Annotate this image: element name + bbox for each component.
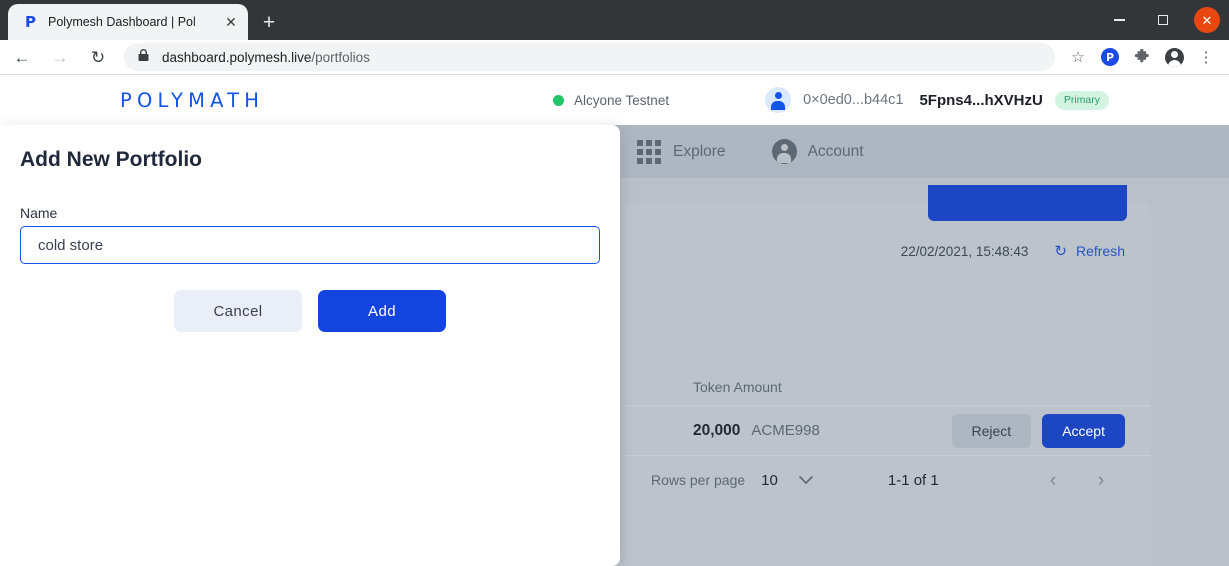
next-page-icon[interactable]: › [1077,471,1125,490]
browser-tab[interactable]: P Polymesh Dashboard | Pol ✕ [8,4,248,40]
chevron-down-icon[interactable] [798,473,814,488]
url-text: dashboard.polymesh.live/portfolios [162,50,370,65]
nav-item-explore-label: Explore [673,142,726,160]
bookmark-star-icon[interactable]: ☆ [1063,42,1093,72]
column-header-token-amount: Token Amount [693,378,782,395]
lock-icon [138,49,152,65]
name-field-label: Name [20,205,58,221]
pagination-range: 1-1 of 1 [887,471,939,489]
cell-ticker: ACME998 [751,422,820,439]
row-action-group: Reject Accept [951,413,1125,448]
nav-item-account[interactable]: Account [771,139,864,164]
identity-avatar-icon [765,87,792,113]
primary-key-badge: Primary [1054,90,1109,110]
forward-icon[interactable]: → [44,41,76,73]
network-status-dot-icon [553,94,565,106]
add-button[interactable]: Add [318,290,446,332]
browser-menu-icon[interactable]: ⋮ [1191,42,1221,72]
polymesh-extension-icon[interactable]: P [1095,42,1125,72]
url-domain: dashboard.polymesh.live [162,49,312,65]
identity-did[interactable]: 0×0ed0...b44c1 [803,92,903,108]
rows-per-page-value[interactable]: 10 [761,472,778,489]
nav-item-account-label: Account [807,142,864,160]
modal-title: Add New Portfolio [20,148,202,171]
account-icon [771,139,797,164]
window-maximize-button[interactable] [1141,0,1185,40]
claims-card: 22/02/2021, 15:48:43 ↻ Refresh Token Amo… [625,185,1151,566]
nav-item-explore[interactable]: Explore [637,139,726,164]
cancel-button[interactable]: Cancel [174,290,302,332]
network-label: Alcyone Testnet [574,92,670,108]
modal-action-group: Cancel Add [0,290,620,332]
rows-per-page-label: Rows per page [651,472,746,488]
grid-icon [637,139,662,164]
browser-toolbar: ← → ↻ dashboard.polymesh.live/portfolios… [0,40,1229,74]
puzzle-extensions-icon[interactable] [1127,42,1157,72]
polymath-logo[interactable]: POLYMATH [120,89,264,112]
pagination-bar: Rows per page 10 1-1 of 1 ‹ › [625,456,1151,504]
browser-tab-strip: P Polymesh Dashboard | Pol ✕ + ✕ [0,0,1229,40]
refresh-button[interactable]: Refresh [1076,243,1125,259]
tab-title: Polymesh Dashboard | Pol [48,15,196,29]
close-icon: ✕ [1194,7,1220,33]
window-controls: ✕ [1097,0,1229,40]
primary-action-button-clipped[interactable] [928,185,1127,221]
last-updated-timestamp: 22/02/2021, 15:48:43 [900,243,1029,259]
table-row: 20,000 ACME998 Reject Accept [625,406,1151,456]
account-key-id[interactable]: 5Fpns4...hXVHzU [919,92,1042,109]
profile-avatar-icon[interactable] [1159,42,1189,72]
refresh-icon[interactable]: ↻ [1054,244,1067,259]
network-indicator[interactable]: Alcyone Testnet [553,93,669,108]
portfolio-name-input[interactable] [20,226,600,264]
header-right-group: Alcyone Testnet 0×0ed0...b44c1 5Fpns4...… [553,87,1229,113]
tab-close-icon[interactable]: ✕ [222,13,240,31]
window-minimize-button[interactable] [1097,0,1141,40]
window-close-button[interactable]: ✕ [1185,0,1229,40]
refresh-row: 22/02/2021, 15:48:43 ↻ Refresh [625,235,1151,267]
page-header: POLYMATH Alcyone Testnet 0×0ed0...b44c1 … [0,75,1229,125]
reject-button[interactable]: Reject [951,413,1032,448]
accept-button[interactable]: Accept [1042,413,1125,448]
previous-page-icon[interactable]: ‹ [1029,471,1077,490]
cell-amount: 20,000 [693,421,741,439]
app-root: P Polymesh Dashboard | Pol ✕ + ✕ ← → ↻ d… [0,0,1229,566]
table-header-row: Token Amount [625,368,1151,406]
back-icon[interactable]: ← [6,41,38,73]
url-path: /portfolios [311,49,370,65]
polymesh-favicon-icon: P [25,13,36,31]
new-tab-button[interactable]: + [256,9,282,35]
reload-icon[interactable]: ↻ [82,41,114,73]
pagination-arrows: ‹ › [1029,471,1125,490]
address-bar[interactable]: dashboard.polymesh.live/portfolios [124,43,1055,71]
add-portfolio-modal: Add New Portfolio Name Cancel Add [0,125,620,566]
